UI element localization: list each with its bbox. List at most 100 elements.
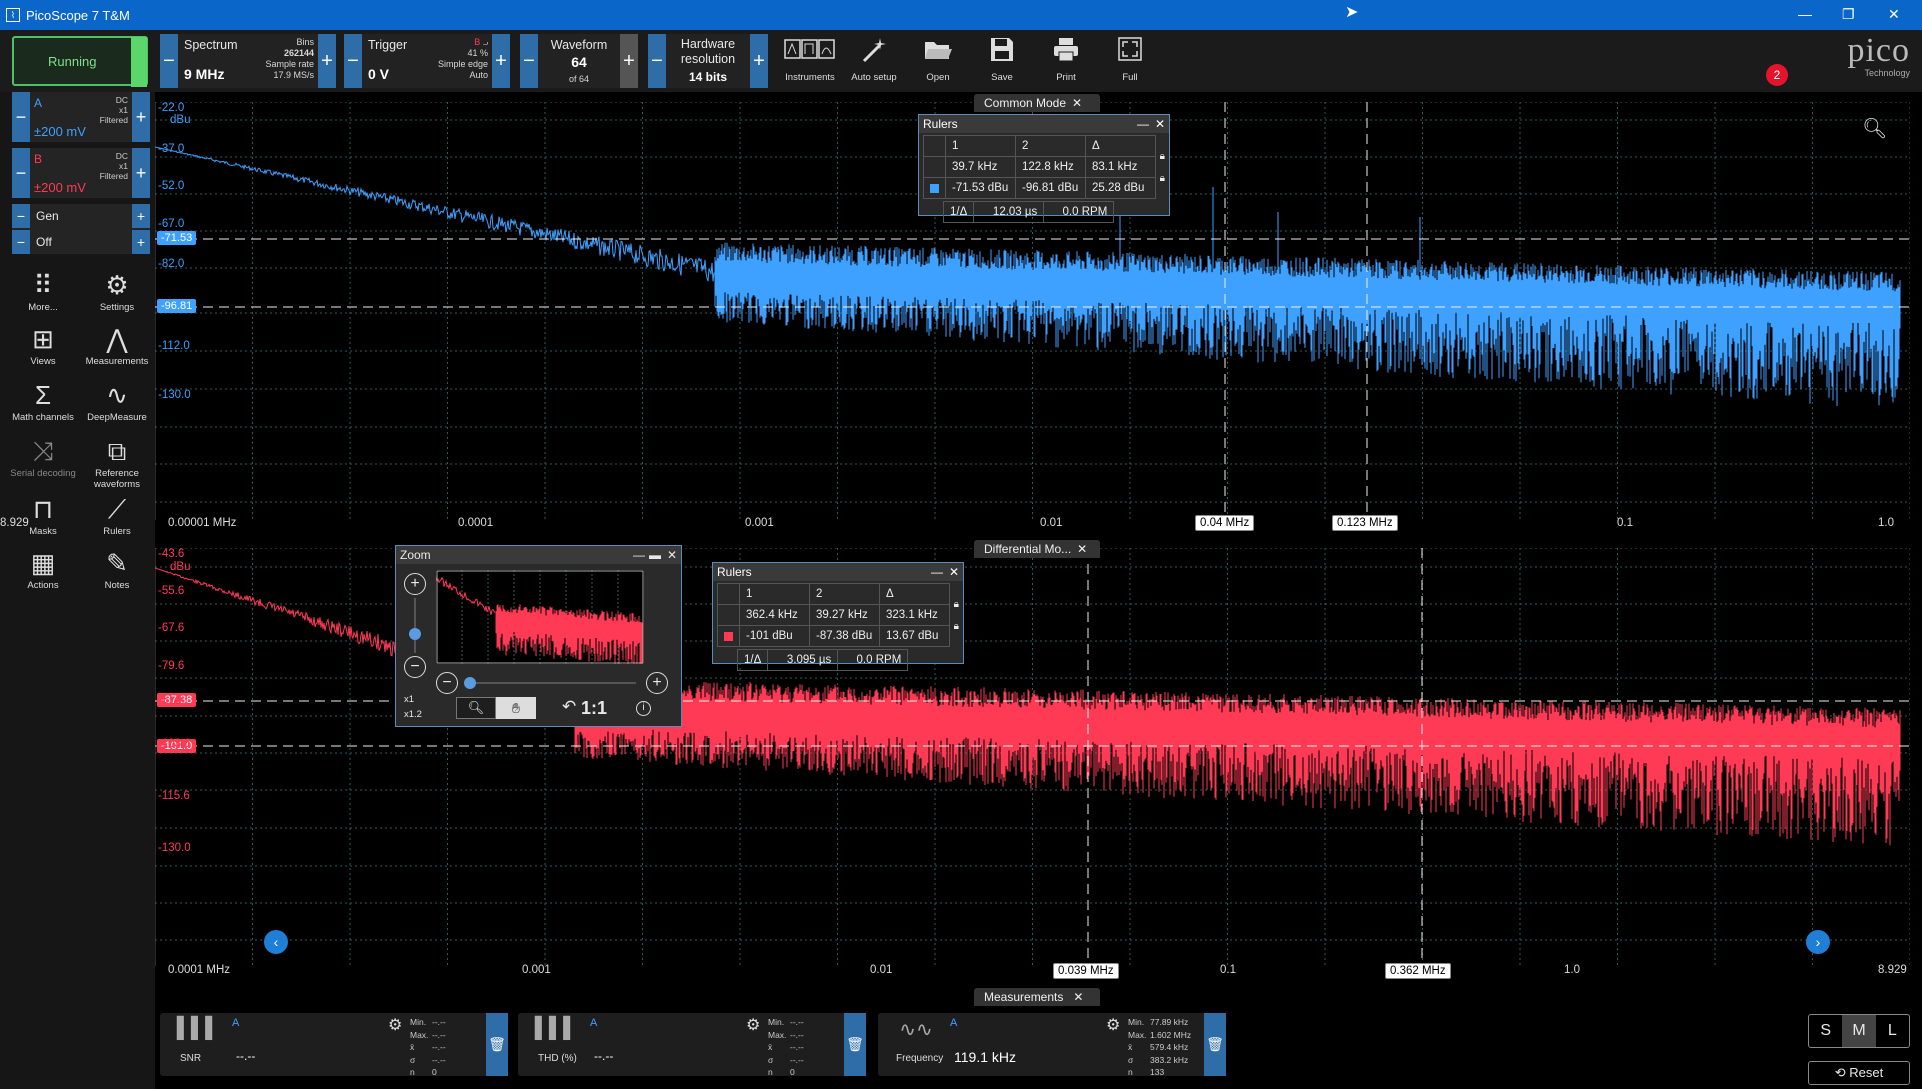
- sidebar-more-button[interactable]: ⠿ More...: [8, 268, 78, 313]
- minimize-icon[interactable]: —: [633, 546, 645, 564]
- gen-label[interactable]: Gen: [36, 209, 59, 223]
- sidebar-actions-button[interactable]: ▦ Actions: [8, 546, 78, 591]
- sidebar-deepmeasure-button[interactable]: ∿ DeepMeasure: [82, 378, 152, 423]
- spectrum-value[interactable]: 9 MHz: [184, 66, 224, 82]
- gen-decrease-button[interactable]: −: [12, 204, 30, 228]
- channel-b-increase-button[interactable]: +: [132, 148, 150, 198]
- waveform-increase-button[interactable]: +: [620, 34, 638, 88]
- save-button[interactable]: Save: [972, 34, 1032, 83]
- horizontal-zoom-in-button[interactable]: +: [646, 672, 668, 694]
- vertical-zoom-slider[interactable]: [409, 598, 421, 653]
- size-m-button[interactable]: M: [1842, 1015, 1876, 1047]
- delete-measurement-button[interactable]: 🗑︎: [844, 1013, 866, 1076]
- sidebar-reference-waveforms-button[interactable]: ⧉ Reference waveforms: [82, 434, 152, 490]
- notification-badge[interactable]: 2: [1766, 64, 1788, 86]
- channel-b-range[interactable]: ±200 mV: [34, 180, 86, 195]
- measurement-settings-icon[interactable]: ⚙: [1106, 1015, 1120, 1035]
- sidebar-notes-button[interactable]: ✎ Notes: [82, 546, 152, 591]
- tab-common-mode[interactable]: Common Mode ✕: [974, 94, 1100, 112]
- spectrum-increase-button[interactable]: +: [318, 34, 336, 88]
- sidebar-sigma-button[interactable]: Σ Math channels: [8, 378, 78, 423]
- minimize-icon[interactable]: —: [1137, 115, 1149, 133]
- spectrum-decrease-button[interactable]: −: [160, 34, 178, 88]
- previous-waveform-button[interactable]: ‹: [264, 930, 288, 954]
- sidebar-gear-button[interactable]: ⚙ Settings: [82, 268, 152, 313]
- trigger-increase-button[interactable]: +: [492, 34, 510, 88]
- reset-button[interactable]: ⟲ Reset: [1808, 1061, 1910, 1085]
- close-icon[interactable]: ✕: [949, 563, 959, 581]
- trigger-decrease-button[interactable]: −: [344, 34, 362, 88]
- size-l-button[interactable]: L: [1876, 1015, 1909, 1047]
- gen-state-decrease-button[interactable]: −: [12, 230, 30, 254]
- lock-icon[interactable]: 🔒︎: [1160, 151, 1165, 162]
- sidebar-measurements-button[interactable]: ⋀ Measurements: [82, 322, 152, 367]
- lock-icon[interactable]: 🔒︎: [1160, 173, 1165, 184]
- tab-differential-mode[interactable]: Differential Mo... ✕: [974, 540, 1100, 558]
- channel-a-decrease-button[interactable]: −: [12, 92, 30, 142]
- channel-a-increase-button[interactable]: +: [132, 92, 150, 142]
- measurement-card[interactable]: ▌▌▌ A THD (%) --.-- ⚙ Min. --.-- Max. --.-- x̄ --.…: [518, 1013, 866, 1077]
- channel-a-range[interactable]: ±200 mV: [34, 124, 86, 139]
- sidebar-serial-decoding-button[interactable]: ⤨ Serial decoding: [8, 434, 78, 479]
- top-ruler-marker-1[interactable]: 0.04 MHz: [1195, 515, 1255, 531]
- stat-value: 0: [790, 1067, 795, 1077]
- instruments-button[interactable]: Instruments: [780, 34, 840, 83]
- lock-icon[interactable]: 🔒︎: [954, 599, 959, 610]
- zoom-mode-button[interactable]: 🔍︎: [456, 697, 496, 719]
- zoom-overview-preview[interactable]: [436, 570, 644, 664]
- open-button[interactable]: Open: [908, 34, 968, 83]
- full-screen-button[interactable]: Full: [1100, 34, 1160, 83]
- sidebar-masks-button[interactable]: ⊓ Masks: [8, 492, 78, 537]
- restore-icon[interactable]: ▬: [649, 546, 661, 564]
- measurement-card[interactable]: ∿∿ A Frequency 119.1 kHz ⚙ Min. 77.89 kHz Max. 1…: [878, 1013, 1226, 1077]
- tab-measurements[interactable]: Measurements ✕: [974, 988, 1100, 1006]
- maximize-button[interactable]: ❐: [1842, 6, 1855, 23]
- bottom-ruler-marker-2[interactable]: 0.362 MHz: [1385, 963, 1451, 979]
- close-tab-icon[interactable]: ✕: [1077, 542, 1087, 556]
- zoom-panel[interactable]: Zoom — ▬ ✕ + − − + x1 x1.2 🔍︎ ✋︎ ↶ 1:1 i: [395, 545, 682, 727]
- bottom-ruler-marker-1[interactable]: 0.039 MHz: [1053, 963, 1119, 979]
- zoom-in-button[interactable]: +: [404, 573, 426, 595]
- close-icon[interactable]: ✕: [667, 546, 677, 564]
- size-s-button[interactable]: S: [1809, 1015, 1842, 1047]
- minimize-icon[interactable]: —: [931, 563, 943, 581]
- delete-measurement-button[interactable]: 🗑︎: [486, 1013, 508, 1076]
- top-ruler-level-2[interactable]: -96.81: [157, 299, 197, 313]
- channel-b-decrease-button[interactable]: −: [12, 148, 30, 198]
- close-button[interactable]: ✕: [1888, 6, 1900, 23]
- next-waveform-button[interactable]: ›: [1806, 930, 1830, 954]
- gen-state[interactable]: Off: [36, 235, 52, 249]
- measurement-settings-icon[interactable]: ⚙: [388, 1015, 402, 1035]
- delete-measurement-button[interactable]: 🗑︎: [1204, 1013, 1226, 1076]
- rulers-panel-top[interactable]: Rulers — ✕ 12Δ 39.7 kHz 122.8 kHz 83.1 kHz -…: [918, 114, 1170, 223]
- stat-label: n: [410, 1067, 415, 1077]
- info-icon[interactable]: i: [636, 701, 651, 716]
- horizontal-zoom-slider[interactable]: [464, 677, 636, 689]
- reset-zoom-button[interactable]: 1:1: [581, 698, 607, 719]
- close-icon[interactable]: ✕: [1155, 115, 1165, 133]
- undo-zoom-icon[interactable]: ↶: [562, 697, 576, 717]
- pan-mode-button[interactable]: ✋︎: [496, 697, 536, 719]
- sidebar-views-button[interactable]: ⊞ Views: [8, 322, 78, 367]
- horizontal-zoom-out-button[interactable]: −: [436, 672, 458, 694]
- gen-state-increase-button[interactable]: +: [132, 230, 150, 254]
- trigger-value[interactable]: 0 V: [368, 66, 389, 82]
- minimize-button[interactable]: —: [1798, 6, 1812, 22]
- rulers-panel-bottom[interactable]: Rulers — ✕ 12Δ 362.4 kHz 39.27 kHz 323.1 kHz…: [712, 562, 964, 671]
- measurement-card[interactable]: ▌▌▌ A SNR --.-- ⚙ Min. --.-- Max. --.-- x̄ --.-- σ -…: [160, 1013, 508, 1077]
- top-ruler-level-1[interactable]: -71.53: [157, 231, 197, 245]
- measurement-settings-icon[interactable]: ⚙: [746, 1015, 760, 1035]
- zoom-out-button[interactable]: −: [404, 656, 426, 678]
- auto-setup-button[interactable]: Auto setup: [844, 34, 904, 83]
- close-tab-icon[interactable]: ✕: [1073, 990, 1083, 1004]
- top-ruler-marker-2[interactable]: 0.123 MHz: [1332, 515, 1398, 531]
- print-button[interactable]: Print: [1036, 34, 1096, 83]
- gen-increase-button[interactable]: +: [132, 204, 150, 228]
- close-tab-icon[interactable]: ✕: [1072, 96, 1082, 110]
- lock-icon[interactable]: 🔒︎: [954, 621, 959, 632]
- resolution-increase-button[interactable]: +: [750, 34, 768, 88]
- run-stop-button[interactable]: Running: [12, 36, 148, 87]
- sidebar-rulers-button[interactable]: ⟋ Rulers: [82, 492, 152, 537]
- top-x-tick: 8.929: [0, 517, 29, 529]
- zoom-tool-icon[interactable]: 🔍︎: [1862, 116, 1887, 141]
